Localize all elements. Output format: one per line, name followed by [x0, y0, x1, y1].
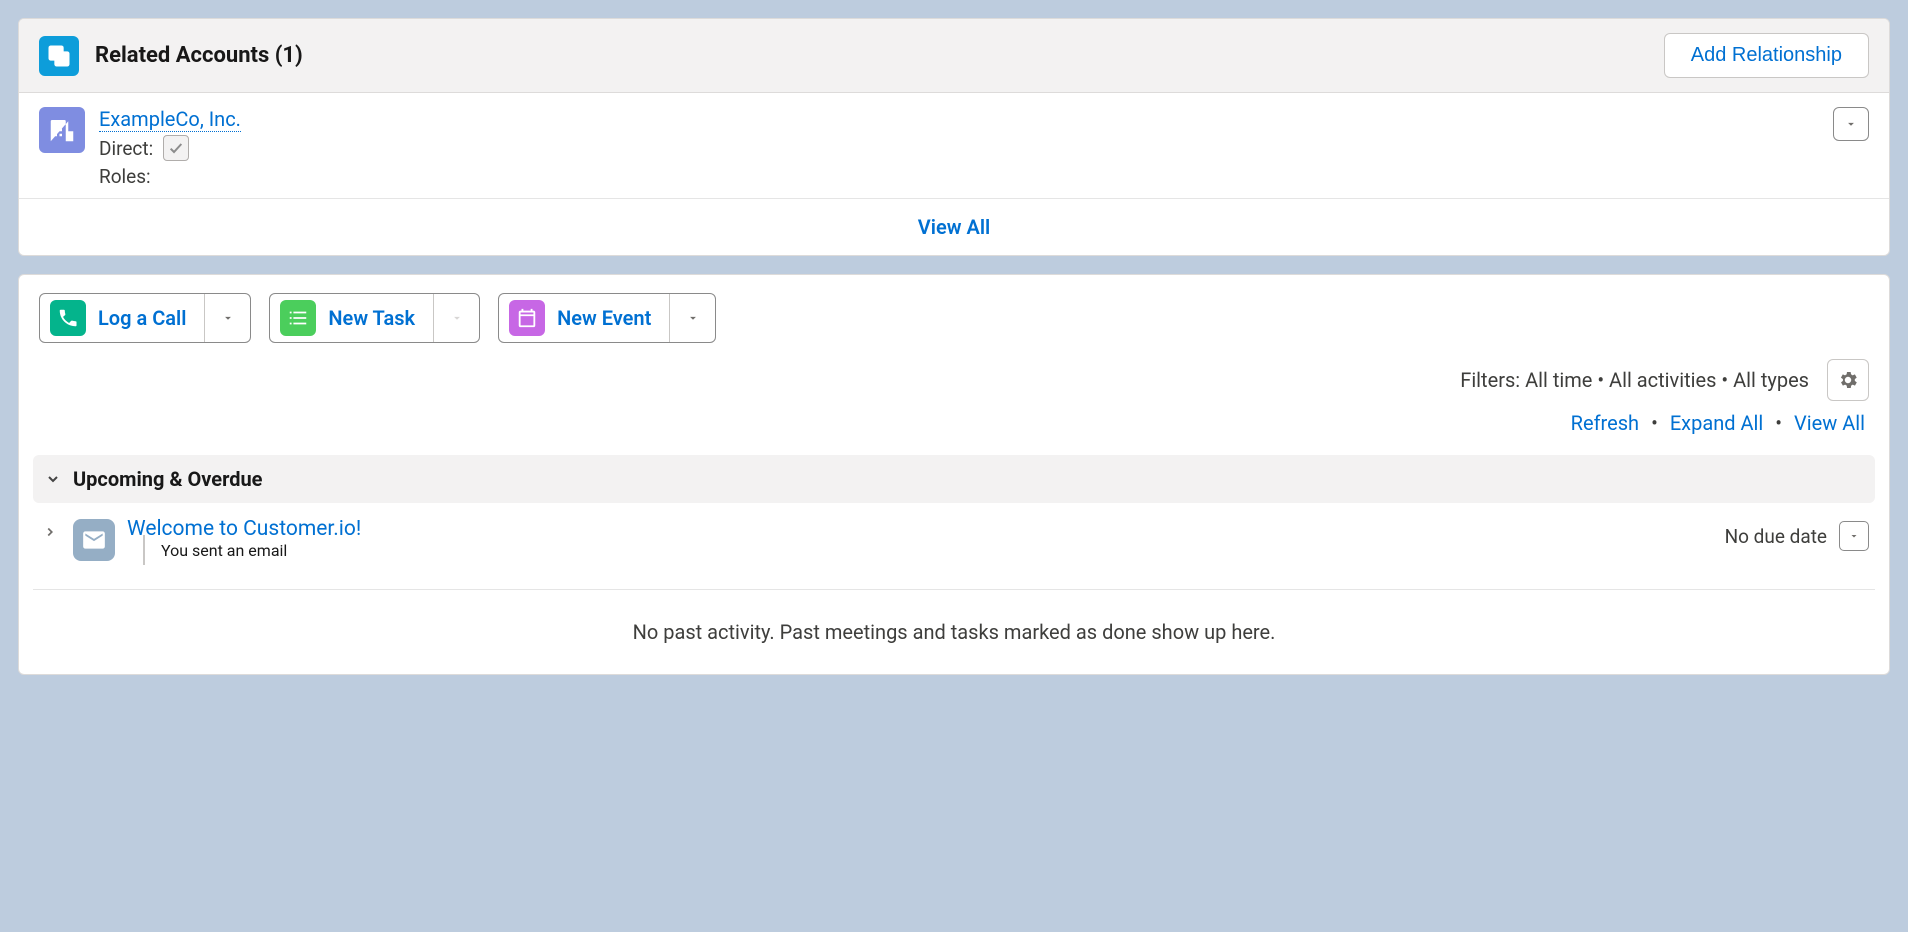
timeline-links-row: Refresh • Expand All • View All: [19, 405, 1889, 449]
log-call-dropdown[interactable]: [204, 294, 250, 342]
activity-item: Welcome to Customer.io! You sent an emai…: [19, 511, 1889, 571]
view-all-link[interactable]: View All: [1794, 411, 1865, 435]
new-event-button[interactable]: New Event: [498, 293, 716, 343]
separator-dot: •: [1771, 411, 1786, 435]
new-task-dropdown[interactable]: [433, 294, 479, 342]
upcoming-overdue-title: Upcoming & Overdue: [73, 467, 262, 491]
new-event-label: New Event: [557, 306, 651, 330]
chevron-down-icon: [43, 469, 63, 489]
filters-text: Filters: All time • All activities • All…: [1460, 368, 1809, 392]
email-icon: [73, 519, 115, 561]
add-relationship-button[interactable]: Add Relationship: [1664, 33, 1869, 78]
related-view-all-row: View All: [19, 199, 1889, 255]
log-call-label: Log a Call: [98, 306, 186, 330]
header-left: Related Accounts (1): [39, 36, 303, 76]
building-icon: [39, 107, 85, 153]
phone-icon: [50, 300, 86, 336]
activity-card: Log a Call New Task New Event: [18, 274, 1890, 675]
timeline-settings-button[interactable]: [1827, 359, 1869, 401]
account-direct-row: Direct:: [99, 135, 1519, 161]
account-roles-row: Roles:: [99, 165, 1519, 188]
expand-all-link[interactable]: Expand All: [1670, 411, 1763, 435]
direct-label: Direct:: [99, 137, 153, 160]
related-accounts-title: Related Accounts (1): [95, 43, 303, 68]
new-event-dropdown[interactable]: [669, 294, 715, 342]
account-info: ExampleCo, Inc. Direct: Roles:: [99, 107, 1519, 188]
related-accounts-card: Related Accounts (1) Add Relationship Ex…: [18, 18, 1890, 256]
filters-row: Filters: All time • All activities • All…: [19, 353, 1889, 405]
related-accounts-header: Related Accounts (1) Add Relationship: [19, 19, 1889, 93]
refresh-link[interactable]: Refresh: [1571, 411, 1639, 435]
account-actions-dropdown[interactable]: [1833, 107, 1869, 141]
expand-item-chevron[interactable]: [39, 525, 61, 539]
due-date-text: No due date: [1725, 525, 1827, 548]
related-accounts-icon: [39, 36, 79, 76]
task-icon: [280, 300, 316, 336]
activity-item-title[interactable]: Welcome to Customer.io!: [127, 517, 361, 541]
upcoming-overdue-header[interactable]: Upcoming & Overdue: [33, 455, 1875, 503]
separator-dot: •: [1647, 411, 1662, 435]
activity-item-dropdown[interactable]: [1839, 521, 1869, 551]
no-past-activity-message: No past activity. Past meetings and task…: [19, 590, 1889, 652]
roles-label: Roles:: [99, 165, 151, 188]
account-row: ExampleCo, Inc. Direct: Roles:: [19, 93, 1889, 199]
activity-item-right: No due date: [1725, 521, 1869, 551]
calendar-icon: [509, 300, 545, 336]
activity-item-subtext: You sent an email: [133, 541, 1713, 560]
new-task-label: New Task: [328, 306, 415, 330]
related-view-all-link[interactable]: View All: [918, 215, 990, 239]
log-call-button[interactable]: Log a Call: [39, 293, 251, 343]
direct-checkbox: [163, 135, 189, 161]
new-task-button[interactable]: New Task: [269, 293, 480, 343]
activity-item-body: Welcome to Customer.io! You sent an emai…: [127, 517, 1713, 560]
activity-buttons-row: Log a Call New Task New Event: [19, 289, 1889, 353]
account-name-link[interactable]: ExampleCo, Inc.: [99, 107, 241, 132]
